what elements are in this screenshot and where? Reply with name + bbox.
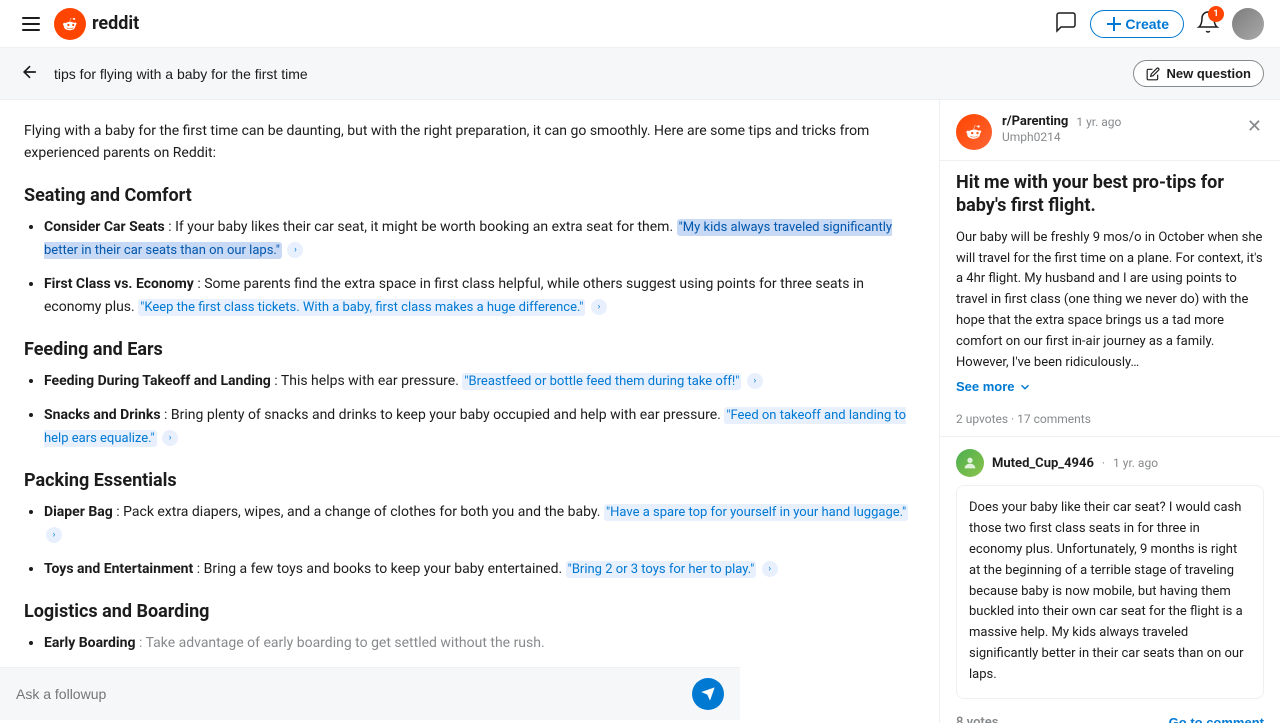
subreddit-info: r/Parenting 1 yr. ago Umph0214 [956,114,1121,150]
notification-icon[interactable]: 1 [1196,10,1220,38]
subreddit-avatar [956,114,992,150]
create-label: Create [1125,16,1169,32]
item-label: Diaper Bag [44,504,113,520]
notification-badge: 1 [1208,6,1224,22]
send-icon [700,686,716,702]
item-text: : Bring a few toys and books to keep you… [197,561,566,577]
votes-count: 8 votes [956,715,998,723]
citation-link[interactable]: "Breastfeed or bottle feed them during t… [462,373,741,390]
list-item: Early Boarding : Take advantage of early… [44,632,915,654]
item-label: Consider Car Seats [44,219,165,235]
right-panel: r/Parenting 1 yr. ago Umph0214 ✕ Hit me … [940,100,1280,723]
main-layout: Flying with a baby for the first time ca… [0,100,1280,723]
chevron-right-icon: › [162,430,178,446]
item-text: : This helps with ear pressure. [274,373,462,389]
user-avatar[interactable] [1232,8,1264,40]
comment-header: Muted_Cup_4946 · 1 yr. ago [956,449,1264,477]
item-text: : Bring plenty of snacks and drinks to k… [164,407,724,423]
post-user: Umph0214 [1002,130,1121,144]
comment-time: 1 yr. ago [1113,456,1158,470]
see-more-button[interactable]: See more [956,379,1032,394]
list-item: Consider Car Seats : If your baby likes … [44,216,915,262]
section-title-seating: Seating and Comfort [24,185,915,206]
create-button[interactable]: Create [1090,10,1184,38]
post-stats: 2 upvotes · 17 comments [940,406,1280,437]
search-bar: New question [0,48,1280,100]
reddit-icon [54,8,86,40]
section-title-logistics: Logistics and Boarding [24,601,915,622]
post-time: 1 yr. ago [1076,115,1121,129]
item-label: Early Boarding [44,635,136,651]
comment-username: Muted_Cup_4946 [992,456,1094,471]
chevron-right-icon: › [591,299,607,315]
followup-input[interactable] [16,686,682,702]
send-button[interactable] [692,678,724,710]
see-more-label: See more [956,379,1015,394]
close-button[interactable]: ✕ [1245,114,1264,139]
bottom-bar [0,667,740,720]
chevron-right-icon: › [762,561,778,577]
citation-link[interactable]: "Keep the first class tickets. With a ba… [138,299,585,316]
subreddit-name: r/Parenting [1002,114,1068,129]
seating-list: Consider Car Seats : If your baby likes … [24,216,915,319]
subreddit-logo-icon [963,121,985,143]
post-content: Hit me with your best pro-tips for baby'… [940,161,1280,406]
header: reddit Create 1 [0,0,1280,48]
list-item: Feeding During Takeoff and Landing : Thi… [44,370,915,393]
comment-section: Muted_Cup_4946 · 1 yr. ago Does your bab… [940,437,1280,723]
subreddit-meta: r/Parenting 1 yr. ago Umph0214 [1002,114,1121,144]
item-label: First Class vs. Economy [44,276,194,292]
chevron-right-icon: › [747,373,763,389]
logistics-list: Early Boarding : Take advantage of early… [24,632,915,654]
list-item: Snacks and Drinks : Bring plenty of snac… [44,404,915,450]
list-item: Toys and Entertainment : Bring a few toy… [44,558,915,581]
comment-body: Does your baby like their car seat? I wo… [969,500,1244,681]
item-text: : Take advantage of early boarding to ge… [139,635,545,651]
comment-box: Does your baby like their car seat? I wo… [956,485,1264,698]
chevron-right-icon: › [46,527,62,543]
feeding-list: Feeding During Takeoff and Landing : Thi… [24,370,915,450]
reddit-wordmark: reddit [92,13,139,34]
go-to-comment-button[interactable]: Go to comment [1169,715,1264,723]
intro-text: Flying with a baby for the first time ca… [24,120,915,165]
new-question-button[interactable]: New question [1133,60,1264,87]
post-body: Our baby will be freshly 9 mos/o in Octo… [956,228,1264,374]
item-label: Toys and Entertainment [44,561,193,577]
section-title-packing: Packing Essentials [24,470,915,491]
comment-avatar [956,449,984,477]
chevron-right-icon: › [287,242,303,258]
packing-list: Diaper Bag : Pack extra diapers, wipes, … [24,501,915,581]
item-text: : If your baby likes their car seat, it … [168,219,676,235]
item-label: Snacks and Drinks [44,407,161,423]
left-panel: Flying with a baby for the first time ca… [0,100,940,723]
list-item: First Class vs. Economy : Some parents f… [44,273,915,318]
chat-icon[interactable] [1054,10,1078,38]
list-item: Diaper Bag : Pack extra diapers, wipes, … [44,501,915,546]
citation-link[interactable]: "Have a spare top for yourself in your h… [604,504,908,521]
comment-footer: 8 votes Go to comment [956,709,1264,723]
header-right: Create 1 [1054,8,1264,40]
new-question-label: New question [1166,66,1251,81]
item-label: Feeding During Takeoff and Landing [44,373,271,389]
post-header: r/Parenting 1 yr. ago Umph0214 ✕ [940,100,1280,161]
search-input[interactable] [54,66,1123,82]
citation-link[interactable]: "Bring 2 or 3 toys for her to play." [566,561,757,578]
section-title-feeding: Feeding and Ears [24,339,915,360]
post-title: Hit me with your best pro-tips for baby'… [956,171,1264,218]
item-text: : Pack extra diapers, wipes, and a chang… [116,504,604,520]
back-button[interactable] [16,58,44,89]
header-left: reddit [16,8,139,40]
reddit-snoo-icon [60,14,80,34]
reddit-logo[interactable]: reddit [54,8,139,40]
hamburger-menu[interactable] [16,11,46,37]
